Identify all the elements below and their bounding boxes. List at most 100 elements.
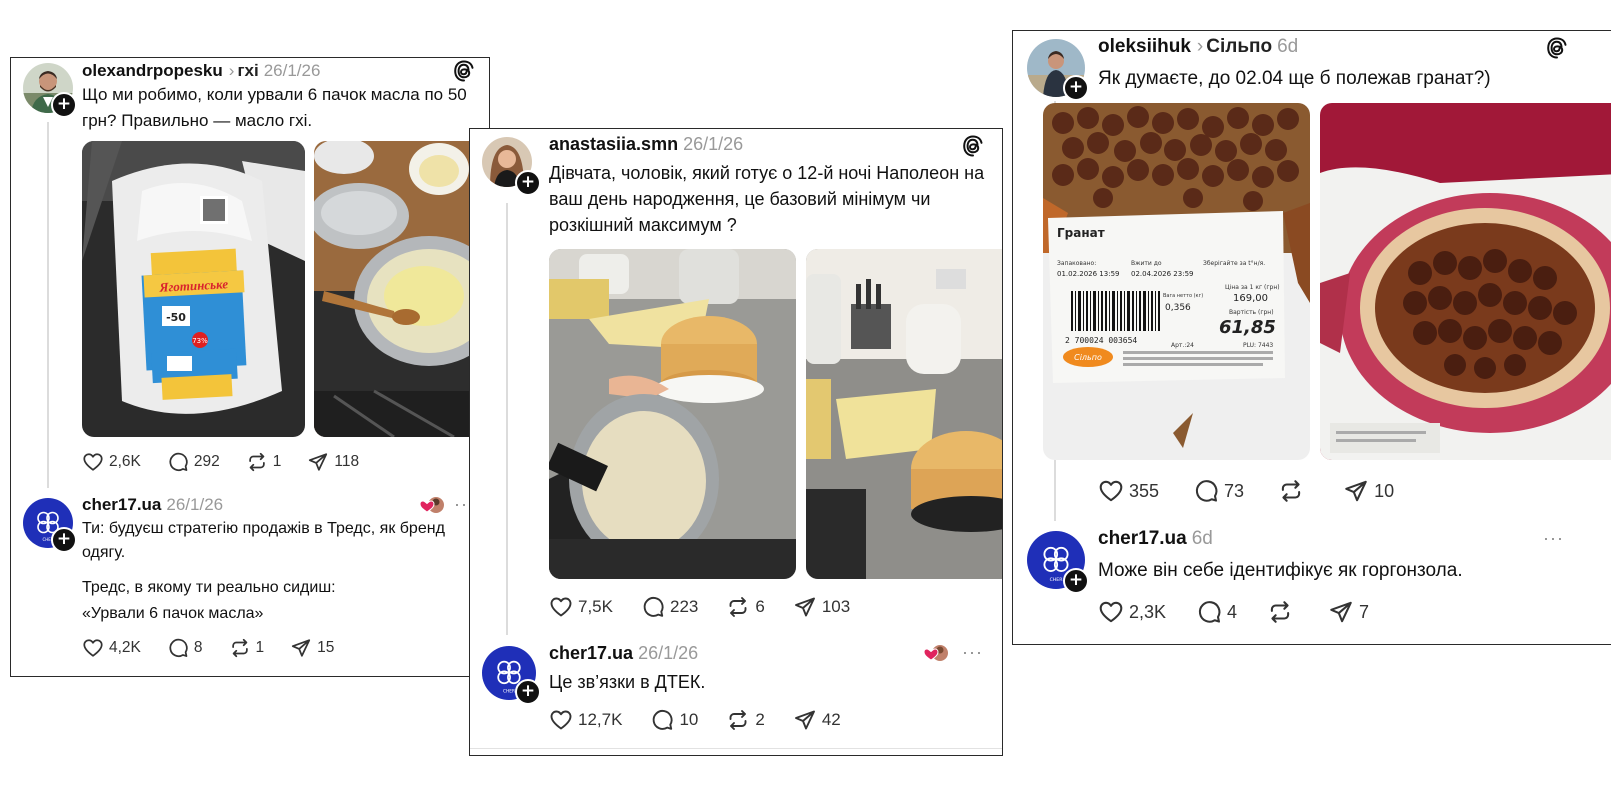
like-button[interactable]: 2,6K xyxy=(82,451,141,473)
share-count: 10 xyxy=(1374,480,1395,501)
reply-text-2: Тредс, в якому ти реально сидиш: xyxy=(82,579,336,596)
post-image-butter[interactable]: Яготинське -50 73% xyxy=(82,141,305,437)
reply-text: Ти: будуєш стратегію продажів в Тредс, я… xyxy=(82,520,445,561)
heart-icon xyxy=(549,595,573,619)
label-price-kg-label: Ціна за 1 кг (грн) xyxy=(1225,284,1280,291)
like-button[interactable]: 4,2K xyxy=(82,637,141,659)
comment-button[interactable]: 8 xyxy=(167,637,203,659)
follow-plus-icon[interactable]: + xyxy=(515,170,541,196)
topic-tag[interactable]: гхі xyxy=(237,61,258,80)
reactors-icon[interactable] xyxy=(418,496,446,516)
post-card-1: + olexandrpopesku › гхі 26/1/26 Що ми робим… xyxy=(10,57,490,677)
comment-button[interactable]: 73 xyxy=(1193,478,1244,504)
reply-actions: 2,3K 4 7 xyxy=(1098,599,1395,625)
heart-icon xyxy=(1098,599,1124,625)
heart-icon xyxy=(82,451,104,473)
repost-icon xyxy=(229,637,251,659)
share-button[interactable]: 103 xyxy=(793,595,850,619)
threads-logo-icon[interactable] xyxy=(1545,36,1569,60)
comment-button[interactable]: 10 xyxy=(650,708,698,732)
repost-icon xyxy=(726,595,750,619)
reply-actions: 4,2K 8 1 15 xyxy=(82,637,360,659)
percent-badge: 73% xyxy=(192,337,208,345)
more-icon[interactable]: ··· xyxy=(962,642,983,663)
post-image-pot[interactable] xyxy=(314,141,489,437)
share-button[interactable]: 118 xyxy=(307,451,359,473)
share-button[interactable]: 15 xyxy=(290,637,334,659)
post-image-pomegranate-label[interactable]: Гранат Запаковано: 01.02.2026 13:59 Вжит… xyxy=(1043,103,1310,460)
like-button[interactable]: 2,3K xyxy=(1098,599,1166,625)
repost-icon xyxy=(1278,478,1304,504)
label-cost: 61,85 xyxy=(1219,317,1276,338)
follow-plus-icon[interactable]: + xyxy=(1063,75,1089,101)
comment-button[interactable]: 292 xyxy=(167,451,220,473)
post-image-napoleon-1[interactable] xyxy=(549,249,796,579)
post-actions: 2,6K 292 1 118 xyxy=(82,451,385,473)
share-count: 7 xyxy=(1359,601,1370,622)
comment-icon xyxy=(650,708,674,732)
threads-logo-icon[interactable] xyxy=(452,59,476,83)
repost-button[interactable]: 2 xyxy=(726,708,765,732)
comment-icon xyxy=(167,451,189,473)
follow-plus-icon[interactable]: + xyxy=(515,679,541,705)
repost-count: 2 xyxy=(755,710,765,729)
post-header: olexandrpopesku › гхі 26/1/26 xyxy=(82,61,320,81)
share-button[interactable]: 7 xyxy=(1328,599,1369,625)
reply-username[interactable]: cher17.ua xyxy=(1098,528,1187,549)
timestamp: 26/1/26 xyxy=(263,61,321,80)
reply-header: cher17.ua 26/1/26 xyxy=(82,495,223,515)
label-weight: 0,356 xyxy=(1165,303,1191,313)
share-icon xyxy=(290,637,312,659)
label-art: Арт.:24 xyxy=(1171,342,1194,349)
post-image-napoleon-2[interactable] xyxy=(806,249,1002,579)
like-count: 4,2K xyxy=(109,639,141,656)
post-image-pomegranate[interactable] xyxy=(1320,103,1611,460)
like-count: 12,7K xyxy=(578,710,623,729)
like-button[interactable]: 355 xyxy=(1098,478,1159,504)
topic-tag[interactable]: Сільпо xyxy=(1206,36,1272,57)
reply-timestamp: 26/1/26 xyxy=(638,643,699,663)
comment-button[interactable]: 4 xyxy=(1196,599,1237,625)
follow-plus-icon[interactable]: + xyxy=(51,92,77,118)
label-plu: PLU: 7443 xyxy=(1243,342,1273,349)
comment-icon xyxy=(167,637,189,659)
repost-button[interactable] xyxy=(1278,478,1309,504)
reactors-icon[interactable] xyxy=(922,644,950,664)
like-button[interactable]: 12,7K xyxy=(549,708,622,732)
username[interactable]: anastasiia.smn xyxy=(549,134,678,154)
follow-plus-icon[interactable]: + xyxy=(51,527,77,553)
username[interactable]: olexandrpopesku xyxy=(82,61,223,80)
repost-button[interactable] xyxy=(1267,599,1298,625)
reply-header: cher17.ua 26/1/26 xyxy=(549,643,698,664)
repost-button[interactable]: 6 xyxy=(726,595,765,619)
like-count: 355 xyxy=(1129,480,1160,501)
like-button[interactable]: 7,5K xyxy=(549,595,613,619)
share-button[interactable]: 10 xyxy=(1343,478,1394,504)
reply-username[interactable]: cher17.ua xyxy=(549,643,633,663)
comment-count: 292 xyxy=(193,453,220,470)
chevron-right-icon: › xyxy=(228,61,235,80)
reply-actions: 12,7K 10 2 42 xyxy=(549,708,867,732)
label-use-by: 02.04.2026 23:59 xyxy=(1131,270,1193,278)
post-header: oleksiihuk › Сільпо 6d xyxy=(1098,36,1298,58)
repost-count: 6 xyxy=(755,597,765,616)
comment-count: 10 xyxy=(679,710,699,729)
share-button[interactable]: 42 xyxy=(793,708,841,732)
post-card-2: + anastasiia.smn 26/1/26 Дівчата, чоловік… xyxy=(469,128,1003,756)
heart-icon xyxy=(549,708,573,732)
more-icon[interactable]: ··· xyxy=(1543,528,1564,549)
username[interactable]: oleksiihuk xyxy=(1098,36,1191,57)
threads-logo-icon[interactable] xyxy=(961,134,985,158)
follow-plus-icon[interactable]: + xyxy=(1063,568,1089,594)
comment-count: 8 xyxy=(193,639,203,656)
comment-button[interactable]: 223 xyxy=(641,595,698,619)
barcode-digits: 2 700024 003654 xyxy=(1065,336,1137,345)
repost-button[interactable]: 1 xyxy=(229,637,264,659)
post-text: Що ми робимо, коли урвали 6 пачок масла … xyxy=(82,85,467,130)
reply-header: cher17.ua 6d xyxy=(1098,528,1213,550)
repost-button[interactable]: 1 xyxy=(246,451,281,473)
comment-icon xyxy=(1196,599,1222,625)
reply-username[interactable]: cher17.ua xyxy=(82,495,161,514)
label-use-label: Вжити до xyxy=(1131,260,1162,267)
share-icon xyxy=(793,708,817,732)
